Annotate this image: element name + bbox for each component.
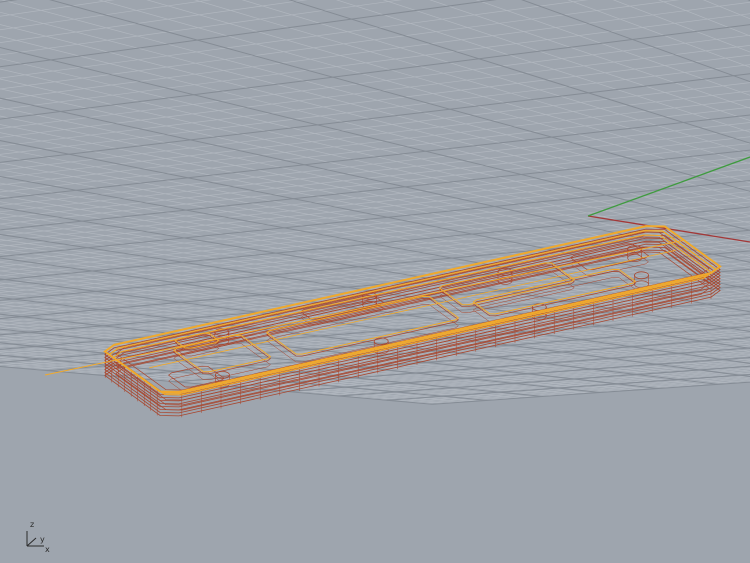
perspective-viewport[interactable]: z y x <box>0 0 750 563</box>
axis-widget: z y x <box>26 520 50 554</box>
grid-minor-line <box>475 0 750 96</box>
grid-minor-line <box>0 0 750 147</box>
axis-widget-y-line <box>26 537 37 547</box>
world-y-axis <box>587 156 750 217</box>
grid-minor-line <box>0 0 750 304</box>
grid-major-line <box>521 0 750 83</box>
selected-rim-outline <box>112 234 713 396</box>
axis-widget-y-label: y <box>40 535 45 544</box>
viewport-scene[interactable]: z y x <box>0 0 750 563</box>
grid-minor-line <box>0 0 750 308</box>
grid-minor-line <box>0 0 750 309</box>
grid-minor-line <box>0 0 750 3</box>
axis-widget-z-label: z <box>30 520 34 529</box>
grid-minor-line <box>0 0 750 121</box>
grid-minor-line <box>0 0 750 165</box>
construction-grid <box>0 0 750 405</box>
grid-minor-line <box>0 0 750 74</box>
grid-minor-line <box>0 90 750 179</box>
grid-minor-line <box>0 0 750 55</box>
grid-minor-line <box>0 0 750 318</box>
axis-widget-x-label: x <box>45 545 50 554</box>
grid-minor-line <box>0 0 750 65</box>
grid-minor-line <box>0 0 750 215</box>
grid-major-line <box>0 0 750 159</box>
grid-minor-line <box>0 0 750 319</box>
grid-minor-line <box>0 0 750 223</box>
grid-minor-line <box>4 305 750 368</box>
grid-minor-line <box>0 0 750 315</box>
